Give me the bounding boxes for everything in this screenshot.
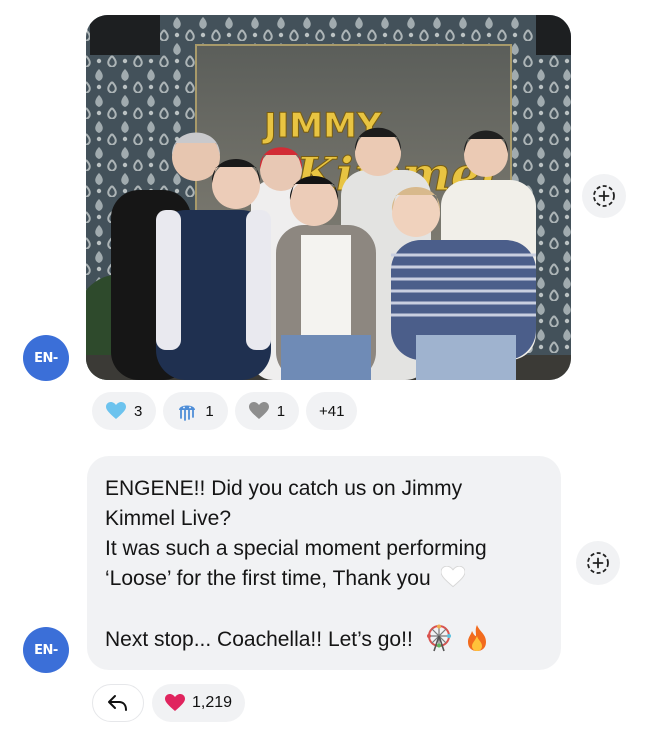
message-blank-line — [105, 594, 543, 624]
add-reaction-button[interactable] — [582, 174, 626, 218]
jellyfish-icon — [179, 405, 196, 421]
reply-arrow-icon — [108, 695, 127, 711]
avatar-text: EN- — [34, 350, 58, 366]
more-reactions-button[interactable]: +41 — [306, 392, 358, 430]
message-line: Next stop... Coachella!! Let’s go!! — [105, 628, 413, 651]
message-line: Kimmel Live? — [105, 507, 232, 530]
message-line-with-emoji: Next stop... Coachella!! Let’s go!! — [105, 624, 543, 655]
more-reactions-count: +41 — [319, 402, 345, 420]
message-line: ‘Loose’ for the first time, Thank you — [105, 567, 431, 590]
message-bubble[interactable]: ENGENE!! Did you catch us on Jimmy Kimme… — [87, 456, 561, 670]
red-heart-icon — [165, 694, 185, 711]
reaction-bar: 3 1 1 +41 — [92, 392, 358, 430]
message-line: ENGENE!! Did you catch us on Jimmy — [105, 477, 463, 500]
like-count: 1,219 — [192, 694, 233, 711]
reaction-count: 1 — [205, 402, 214, 420]
reply-button[interactable] — [92, 684, 144, 722]
add-reaction-icon — [593, 185, 615, 207]
reaction-blue-heart[interactable]: 3 — [92, 392, 157, 430]
grey-heart-icon — [248, 402, 269, 419]
message-actions: 1,219 — [92, 684, 246, 722]
reaction-jellyfish[interactable]: 1 — [163, 392, 228, 430]
white-heart-icon — [440, 565, 465, 588]
sender-avatar[interactable]: EN- — [23, 627, 69, 673]
like-reaction[interactable]: 1,219 — [152, 684, 246, 722]
add-reaction-button[interactable] — [576, 541, 620, 585]
reaction-count: 1 — [276, 402, 286, 420]
add-reaction-icon — [587, 552, 609, 574]
message-line-with-emoji: ‘Loose’ for the first time, Thank you — [105, 564, 543, 594]
sender-avatar[interactable]: EN- — [23, 335, 69, 381]
reaction-grey-heart[interactable]: 1 — [234, 392, 300, 430]
avatar-text: EN- — [34, 642, 58, 658]
shared-photo[interactable]: JIMMY Kimmel — [86, 15, 571, 380]
message-line: It was such a special moment performing — [105, 537, 487, 560]
reaction-count: 3 — [134, 402, 143, 420]
blue-heart-icon — [106, 402, 126, 419]
ferris-wheel-icon — [426, 624, 451, 652]
fire-icon — [468, 625, 487, 651]
